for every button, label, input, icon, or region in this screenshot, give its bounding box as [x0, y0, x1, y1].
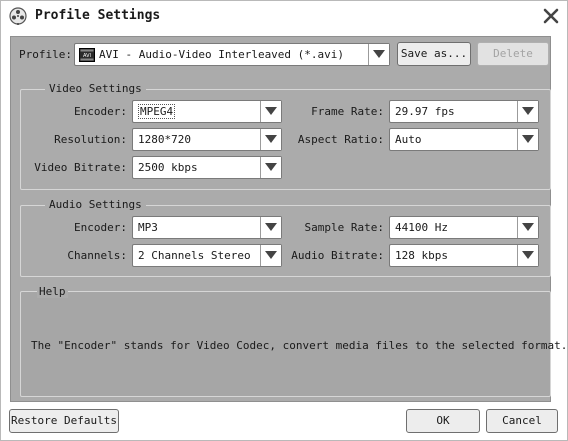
chevron-down-icon — [265, 135, 277, 143]
video-bitrate-label: Video Bitrate: — [34, 161, 127, 174]
close-icon — [543, 8, 559, 24]
aspect-ratio-dropdown-button[interactable] — [517, 129, 538, 150]
help-text: The "Encoder" stands for Video Codec, co… — [31, 339, 568, 352]
resolution-value: 1280*720 — [138, 133, 191, 146]
help-title: Help — [37, 285, 68, 298]
title-bar[interactable]: Profile Settings — [1, 1, 567, 31]
restore-defaults-button[interactable]: Restore Defaults — [9, 409, 119, 433]
profile-settings-dialog: Profile Settings Profile: AVI AVI - Audi… — [0, 0, 568, 441]
chevron-down-icon — [265, 251, 277, 259]
frame-rate-label: Frame Rate: — [311, 105, 384, 118]
video-encoder-value: MPEG4 — [138, 104, 176, 119]
profile-label: Profile: — [19, 48, 72, 61]
video-bitrate-value: 2500 kbps — [138, 161, 198, 174]
channels-label: Channels: — [67, 249, 127, 262]
resolution-label: Resolution: — [54, 133, 127, 146]
chevron-down-icon — [265, 107, 277, 115]
chevron-down-icon — [522, 251, 534, 259]
cancel-button[interactable]: Cancel — [486, 409, 558, 433]
chevron-down-icon — [373, 50, 385, 58]
channels-value: 2 Channels Stereo — [138, 249, 251, 262]
audio-encoder-dropdown-button[interactable] — [260, 217, 281, 238]
channels-dropdown-button[interactable] — [260, 245, 281, 266]
aspect-ratio-value: Auto — [395, 133, 422, 146]
audio-bitrate-select[interactable]: 128 kbps — [389, 244, 539, 267]
chevron-down-icon — [522, 135, 534, 143]
audio-bitrate-value: 128 kbps — [395, 249, 448, 262]
video-bitrate-dropdown-button[interactable] — [260, 157, 281, 178]
save-as-button[interactable]: Save as... — [397, 42, 471, 66]
chevron-down-icon — [522, 107, 534, 115]
audio-bitrate-label: Audio Bitrate: — [291, 249, 384, 262]
frame-rate-value: 29.97 fps — [395, 105, 455, 118]
sample-rate-select[interactable]: 44100 Hz — [389, 216, 539, 239]
dialog-title: Profile Settings — [35, 8, 161, 23]
profile-value: AVI - Audio-Video Interleaved (*.avi) — [99, 48, 345, 61]
avi-format-icon: AVI — [79, 48, 95, 62]
settings-panel: Profile: AVI AVI - Audio-Video Interleav… — [10, 36, 567, 402]
profile-select[interactable]: AVI AVI - Audio-Video Interleaved (*.avi… — [74, 43, 390, 66]
video-encoder-label: Encoder: — [74, 105, 127, 118]
close-button[interactable] — [541, 6, 561, 26]
aspect-ratio-label: Aspect Ratio: — [297, 133, 384, 146]
sample-rate-value: 44100 Hz — [395, 221, 448, 234]
aspect-ratio-select[interactable]: Auto — [389, 128, 539, 151]
audio-encoder-select[interactable]: MP3 — [132, 216, 282, 239]
video-settings-title: Video Settings — [45, 82, 146, 95]
ok-button[interactable]: OK — [406, 409, 480, 433]
video-encoder-dropdown-button[interactable] — [260, 101, 281, 122]
audio-encoder-value: MP3 — [138, 221, 158, 234]
audio-settings-title: Audio Settings — [45, 198, 146, 211]
resolution-select[interactable]: 1280*720 — [132, 128, 282, 151]
profile-dropdown-button[interactable] — [368, 44, 389, 65]
frame-rate-dropdown-button[interactable] — [517, 101, 538, 122]
channels-select[interactable]: 2 Channels Stereo — [132, 244, 282, 267]
sample-rate-label: Sample Rate: — [304, 221, 384, 234]
sample-rate-dropdown-button[interactable] — [517, 217, 538, 238]
audio-encoder-label: Encoder: — [74, 221, 127, 234]
resolution-dropdown-button[interactable] — [260, 129, 281, 150]
avi-badge-text: AVI — [83, 53, 91, 59]
reel-icon — [9, 7, 27, 25]
delete-button[interactable]: Delete — [477, 42, 549, 66]
video-bitrate-select[interactable]: 2500 kbps — [132, 156, 282, 179]
chevron-down-icon — [265, 223, 277, 231]
chevron-down-icon — [265, 163, 277, 171]
chevron-down-icon — [522, 223, 534, 231]
audio-bitrate-dropdown-button[interactable] — [517, 245, 538, 266]
video-encoder-select[interactable]: MPEG4 — [132, 100, 282, 123]
frame-rate-select[interactable]: 29.97 fps — [389, 100, 539, 123]
